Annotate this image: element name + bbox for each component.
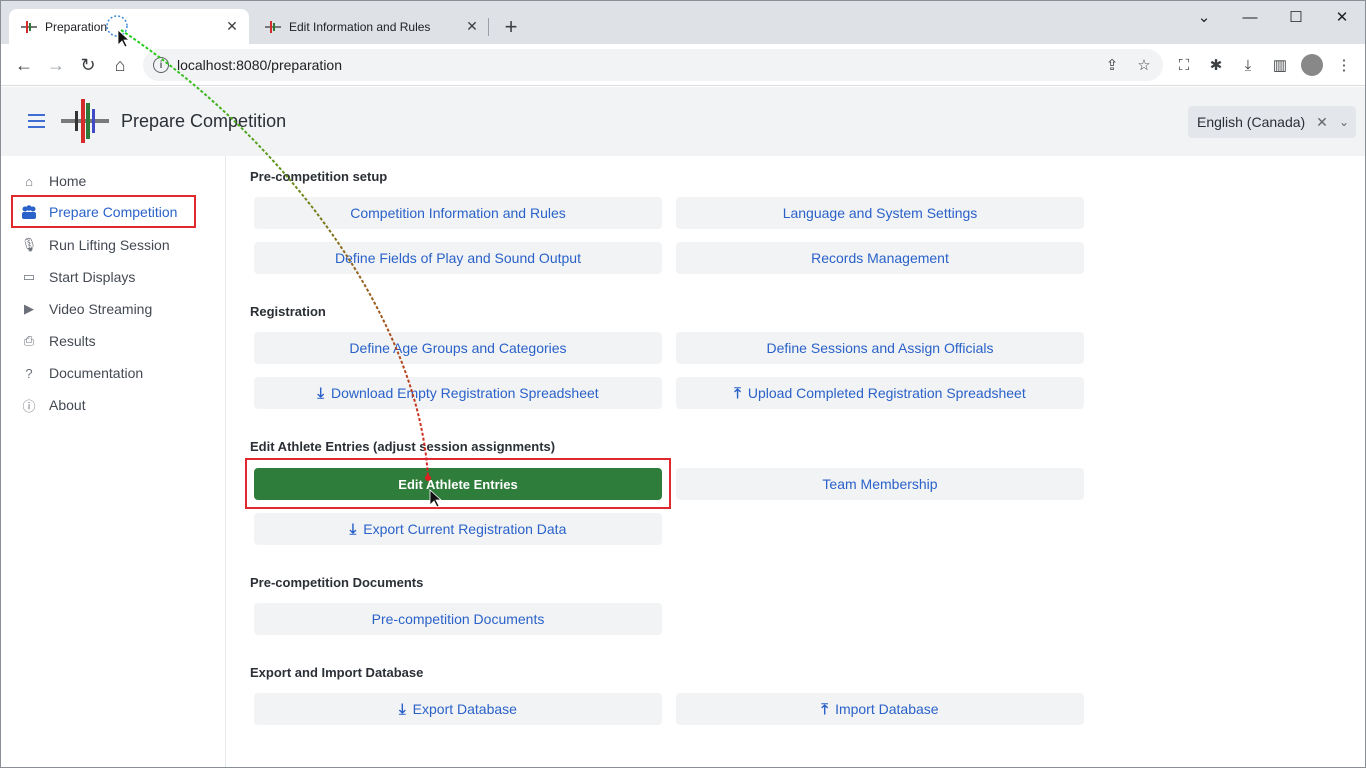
forward-button[interactable]: → [42, 51, 70, 79]
tab-edit-information[interactable]: Edit Information and Rules ✕ [253, 9, 489, 44]
info-icon: ⓘ [22, 398, 36, 414]
close-window-button[interactable]: ✕ [1319, 5, 1365, 29]
competition-information-button[interactable]: Competition Information and Rules [254, 197, 662, 229]
tab-separator [488, 18, 489, 36]
sidebar-item-prepare-competition[interactable]: Prepare Competition [11, 195, 196, 228]
app-favicon-icon [21, 19, 37, 35]
tab-strip: Preparation ✕ Edit Information and Rules… [1, 1, 1365, 44]
section-heading-setup: Pre-competition setup [250, 169, 388, 184]
app-header: Prepare Competition English (Canada) ✕ ⌄ [1, 87, 1365, 156]
download-icon[interactable]: ⤓ [1237, 54, 1259, 76]
export-registration-button[interactable]: ⤓ Export Current Registration Data [254, 513, 662, 545]
upload-icon: ⤒ [821, 700, 829, 718]
export-database-button[interactable]: ⤓ Export Database [254, 693, 662, 725]
tab-title: Edit Information and Rules [289, 19, 431, 34]
language-settings-button[interactable]: Language and System Settings [676, 197, 1084, 229]
sidebar-item-label: Documentation [49, 365, 144, 381]
main-content: Pre-competition setup Competition Inform… [227, 156, 1365, 767]
team-membership-button[interactable]: Team Membership [676, 468, 1084, 500]
clear-icon[interactable]: ✕ [1312, 114, 1332, 131]
site-info-icon[interactable]: i [153, 57, 169, 73]
sessions-officials-button[interactable]: Define Sessions and Assign Officials [676, 332, 1084, 364]
sidebar-item-documentation[interactable]: ? Documentation [11, 357, 196, 389]
menu-icon[interactable]: ⋮ [1333, 54, 1355, 76]
sidebar-item-start-displays[interactable]: ▭ Start Displays [11, 261, 196, 293]
sidebar-item-run-lifting-session[interactable]: 🎙 Run Lifting Session [11, 229, 196, 261]
browser-toolbar: ← → ↻ ⌂ i localhost:8080/preparation ⇪ ☆… [1, 44, 1365, 86]
monitor-icon: ▭ [22, 269, 36, 284]
video-icon: ▶ [24, 301, 34, 316]
section-heading-registration: Registration [250, 304, 326, 319]
pre-competition-documents-button[interactable]: Pre-competition Documents [254, 603, 662, 635]
tab-title: Preparation [45, 19, 108, 34]
printer-icon: ⎙ [23, 333, 35, 348]
close-tab-icon[interactable]: ✕ [223, 18, 241, 36]
hamburger-menu-icon[interactable] [28, 114, 45, 128]
language-value: English (Canada) [1197, 114, 1306, 130]
home-button[interactable]: ⌂ [106, 51, 134, 79]
new-tab-button[interactable]: + [499, 14, 523, 39]
section-heading-documents: Pre-competition Documents [250, 575, 424, 590]
edit-athlete-entries-button[interactable]: Edit Athlete Entries [254, 468, 662, 500]
minimize-button[interactable]: — [1227, 5, 1273, 29]
close-tab-icon[interactable]: ✕ [463, 18, 481, 36]
profile-avatar[interactable] [1301, 54, 1323, 76]
import-database-button[interactable]: ⤒ Import Database [676, 693, 1084, 725]
sidebar: ⌂ Home Prepare Competition 🎙 Run Lifting… [1, 156, 226, 767]
back-button[interactable]: ← [10, 51, 38, 79]
tab-preparation[interactable]: Preparation ✕ [9, 9, 249, 44]
address-bar[interactable]: i localhost:8080/preparation [143, 49, 1163, 81]
tab-search-icon[interactable]: ⌄ [1181, 5, 1227, 29]
home-icon: ⌂ [25, 173, 33, 189]
button-label: Export Current Registration Data [363, 521, 567, 537]
button-label: Download Empty Registration Spreadsheet [330, 385, 599, 401]
button-label: Export Database [412, 701, 517, 717]
download-spreadsheet-button[interactable]: ⤓ Download Empty Registration Spreadshee… [254, 377, 662, 409]
chevron-down-icon[interactable]: ⌄ [1332, 115, 1356, 129]
sidebar-item-about[interactable]: ⓘ About [11, 389, 196, 421]
question-icon: ? [25, 365, 33, 381]
download-icon: ⤓ [349, 520, 357, 538]
bookmark-star-icon[interactable]: ☆ [1133, 54, 1155, 76]
sidebar-item-results[interactable]: ⎙ Results [11, 325, 196, 357]
share-icon[interactable]: ⇪ [1101, 54, 1123, 76]
sidebar-item-label: Video Streaming [49, 301, 153, 317]
section-heading-entries: Edit Athlete Entries (adjust session ass… [250, 439, 556, 454]
sidebar-item-video-streaming[interactable]: ▶ Video Streaming [11, 293, 196, 325]
screenshot-icon[interactable]: ⛶ [1173, 54, 1195, 76]
upload-icon: ⤒ [734, 384, 741, 402]
side-panel-icon[interactable]: ▥ [1269, 54, 1291, 76]
button-label: Upload Completed Registration Spreadshee… [747, 385, 1026, 401]
url-text: localhost:8080/preparation [177, 57, 343, 73]
browser-window: Preparation ✕ Edit Information and Rules… [0, 0, 1366, 768]
sidebar-item-label: Home [49, 173, 87, 189]
age-groups-button[interactable]: Define Age Groups and Categories [254, 332, 662, 364]
extensions-icon[interactable]: ✱ [1205, 54, 1227, 76]
language-select[interactable]: English (Canada) ✕ ⌄ [1188, 106, 1356, 138]
button-label: Import Database [835, 701, 939, 717]
fields-of-play-button[interactable]: Define Fields of Play and Sound Output [254, 242, 662, 274]
page-title: Prepare Competition [121, 111, 287, 131]
microphone-icon: 🎙 [20, 237, 38, 252]
app-logo [61, 97, 109, 145]
reload-button[interactable]: ↻ [74, 51, 102, 79]
users-icon [20, 203, 38, 221]
sidebar-item-label: Prepare Competition [49, 203, 178, 220]
maximize-button[interactable]: ☐ [1273, 5, 1319, 29]
section-heading-database: Export and Import Database [250, 665, 424, 680]
download-icon: ⤓ [399, 700, 406, 718]
sidebar-item-label: Run Lifting Session [49, 237, 170, 253]
sidebar-item-label: Results [49, 333, 96, 349]
records-management-button[interactable]: Records Management [676, 242, 1084, 274]
sidebar-item-label: Start Displays [49, 269, 136, 285]
sidebar-item-label: About [49, 397, 86, 413]
download-icon: ⤓ [317, 384, 324, 402]
app-favicon-icon [265, 19, 281, 35]
upload-spreadsheet-button[interactable]: ⤒ Upload Completed Registration Spreadsh… [676, 377, 1084, 409]
sidebar-item-home[interactable]: ⌂ Home [11, 165, 196, 197]
